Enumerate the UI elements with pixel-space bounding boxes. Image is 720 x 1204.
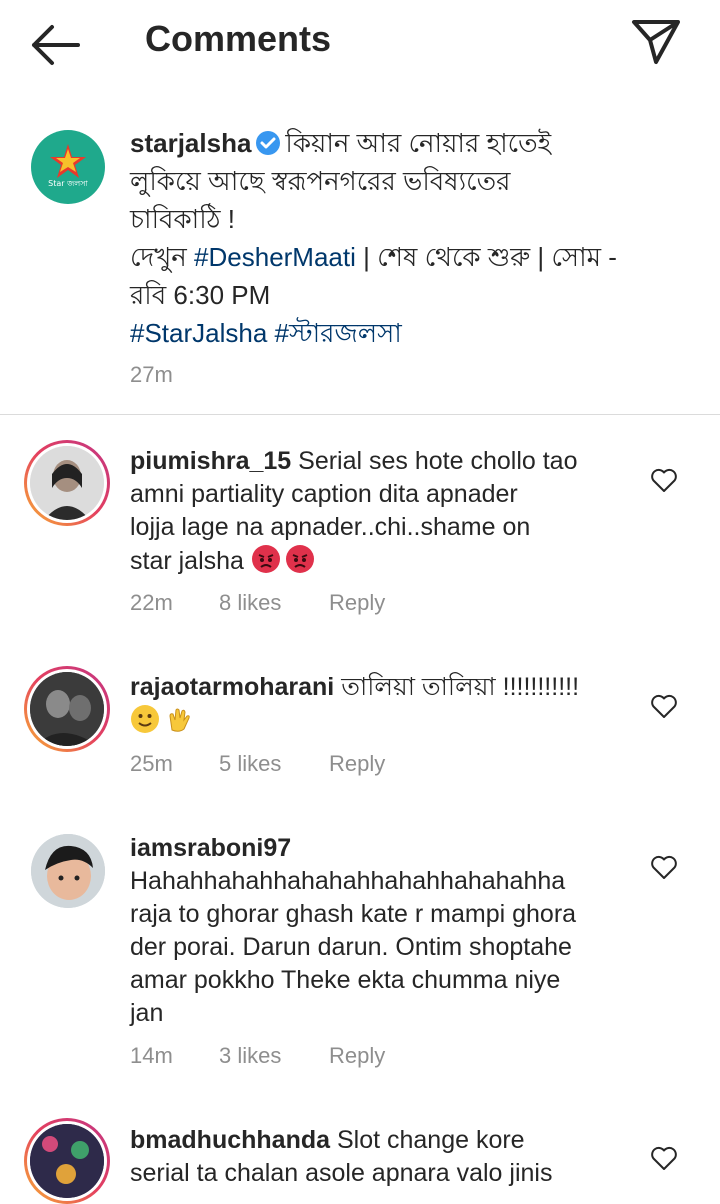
caption-line-4-suffix: | শেষ থেকে শুরু | সোম -	[355, 242, 617, 272]
starjalsha-avatar[interactable]: Star জলসা	[31, 130, 105, 204]
caption-line-4-prefix: দেখুন	[130, 242, 195, 272]
divider	[0, 414, 720, 415]
caption-line-2: লুকিয়ে আছে স্বরূপনগরের ভবিষ্যতের	[130, 166, 511, 196]
comment-timestamp: 14m	[130, 1043, 173, 1068]
comment-line: lojja lage na apnader..chi..shame on	[130, 513, 531, 541]
likes-count[interactable]: 3 likes	[219, 1043, 281, 1069]
svg-text:Star জলসা: Star জলসা	[48, 179, 88, 188]
caption-timestamp: 27m	[130, 362, 173, 387]
heart-icon[interactable]	[650, 467, 678, 493]
comment-line: amni partiality caption dita apnader	[130, 480, 518, 508]
likes-count[interactable]: 5 likes	[219, 751, 281, 777]
comment-line: Hahahhahahhahahahhahahhahahahha	[130, 867, 566, 895]
comment-username[interactable]: piumishra_15	[130, 447, 291, 475]
comment-timestamp: 25m	[130, 751, 173, 776]
hashtag-deshermaati[interactable]: #DesherMaati	[194, 242, 356, 272]
caption-text: starjalsha কিয়ান আর নোয়ার হাতেই লুকিয়…	[130, 124, 670, 352]
hashtag-starjalsha[interactable]: #StarJalsha	[130, 318, 267, 348]
comment-line: der porai. Darun darun. Ontim shoptahe	[130, 933, 572, 961]
story-ring[interactable]	[24, 666, 110, 752]
reply-button[interactable]: Reply	[329, 590, 385, 616]
story-ring[interactable]	[24, 1118, 110, 1204]
hashtag-starjalsha-bengali[interactable]: #স্টারজলসা	[275, 318, 402, 348]
comment-username[interactable]: iamsraboni97	[130, 832, 630, 865]
comment-username[interactable]: bmadhuchhanda	[130, 1126, 330, 1154]
comment-line: amar pokkho Theke ekta chumma niye	[130, 966, 561, 994]
angry-face-emoji-icon	[251, 545, 280, 573]
comment-body: rajaotarmoharani তালিয়া তালিয়া !!!!!!!…	[130, 671, 630, 738]
avatar[interactable]	[31, 834, 105, 908]
caption-username[interactable]: starjalsha	[130, 128, 251, 158]
heart-icon[interactable]	[650, 854, 678, 880]
send-icon[interactable]	[628, 16, 684, 68]
avatar	[30, 1124, 104, 1198]
heart-icon[interactable]	[650, 693, 678, 719]
slightly-smiling-face-emoji-icon	[131, 705, 159, 733]
reply-button[interactable]: Reply	[329, 1043, 385, 1069]
post-caption: Star জলসা starjalsha কিয়ান আর নোয়ার হা…	[0, 118, 720, 414]
caption-line-5: রবি 6:30 PM	[130, 280, 271, 310]
comment-username[interactable]: rajaotarmoharani	[130, 673, 334, 701]
caption-line-3: চাবিকাঠি !	[130, 204, 235, 234]
avatar	[30, 672, 104, 746]
comment-timestamp: 22m	[130, 590, 173, 615]
comment-line: serial ta chalan asole apnara valo jinis	[130, 1159, 553, 1187]
back-arrow-icon[interactable]	[28, 22, 84, 68]
avatar	[30, 446, 104, 520]
reply-button[interactable]: Reply	[329, 751, 385, 777]
angry-face-emoji-icon	[285, 545, 314, 573]
comment-line: তালিয়া তালিয়া !!!!!!!!!!!	[341, 673, 580, 701]
heart-icon[interactable]	[650, 1145, 678, 1171]
comment-body: bmadhuchhanda Slot change kore serial ta…	[130, 1124, 630, 1190]
caption-line-1: কিয়ান আর নোয়ার হাতেই	[285, 128, 552, 158]
clapping-hands-emoji-icon	[169, 708, 190, 732]
comment-body: iamsraboni97 Hahahhahahhahahahhahahhahah…	[130, 832, 630, 1030]
story-ring[interactable]	[24, 440, 110, 526]
comment-line: Slot change kore	[336, 1126, 525, 1154]
likes-count[interactable]: 8 likes	[219, 590, 281, 616]
comment-line: Serial ses hote chollo tao	[298, 447, 578, 475]
comment-line: raja to ghorar ghash kate r mampi ghora	[130, 900, 577, 928]
star-jalsha-logo-icon: Star জলসা	[48, 144, 89, 188]
header-bar: Comments	[0, 0, 720, 88]
comment-line: jan	[130, 999, 164, 1027]
comment-body: piumishra_15 Serial ses hote chollo tao …	[130, 445, 630, 578]
verified-badge-icon	[256, 131, 281, 155]
page-title: Comments	[145, 18, 332, 59]
comment-line: star jalsha	[130, 547, 244, 575]
